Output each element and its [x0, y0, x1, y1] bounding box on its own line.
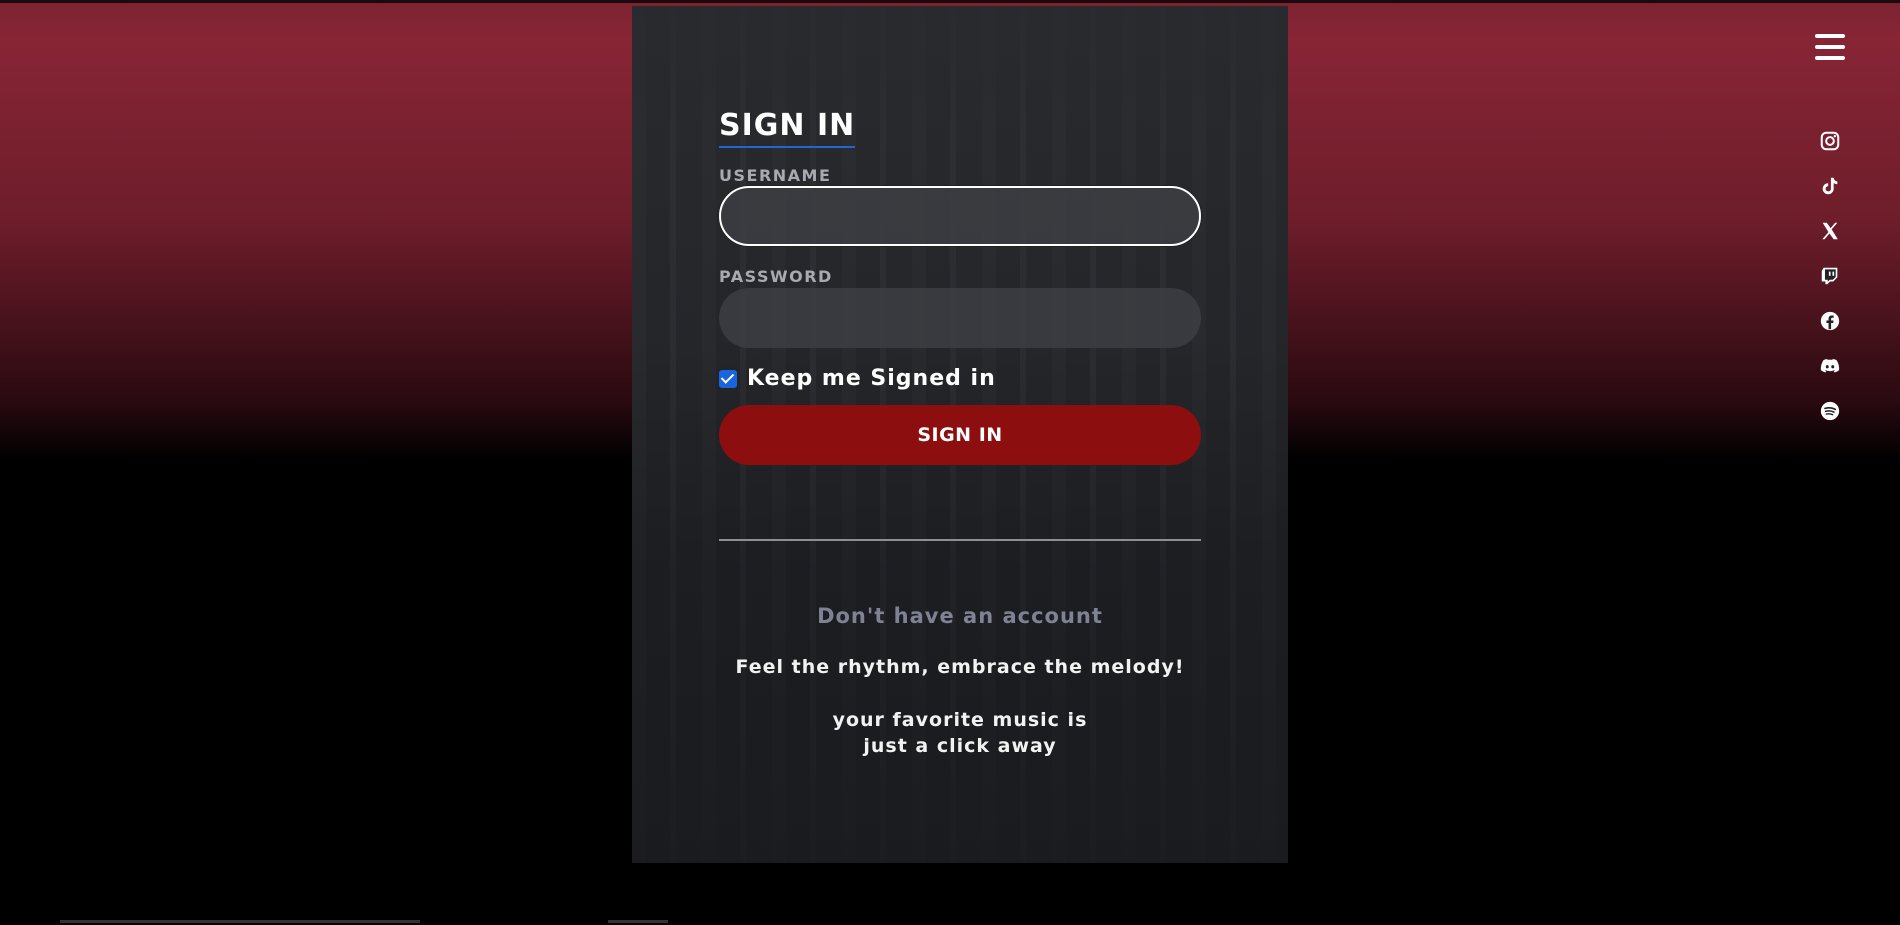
hamburger-menu-icon[interactable]	[1815, 34, 1845, 60]
divider	[719, 539, 1201, 541]
username-label: USERNAME	[719, 166, 832, 185]
discord-icon[interactable]	[1818, 354, 1842, 378]
password-label: PASSWORD	[719, 267, 833, 286]
remember-checkbox[interactable]	[719, 369, 737, 388]
twitch-icon[interactable]	[1818, 264, 1842, 288]
tiktok-icon[interactable]	[1818, 174, 1842, 198]
login-panel: SIGN IN USERNAME PASSWORD Keep me Signed…	[632, 6, 1288, 863]
sign-in-button[interactable]: SIGN IN	[719, 405, 1201, 465]
instagram-icon[interactable]	[1818, 129, 1842, 153]
facebook-icon[interactable]	[1818, 309, 1842, 333]
top-edge	[0, 0, 1900, 3]
scrollbar[interactable]	[60, 920, 420, 923]
sign-up-link[interactable]: Don't have an account	[632, 604, 1288, 628]
tagline-line3: just a click away	[863, 735, 1057, 757]
x-icon[interactable]	[1818, 219, 1842, 243]
spotify-icon[interactable]	[1818, 399, 1842, 423]
username-input[interactable]	[719, 186, 1201, 246]
remember-label: Keep me Signed in	[747, 366, 996, 391]
page-title: SIGN IN	[719, 108, 856, 148]
password-input[interactable]	[719, 288, 1201, 348]
remember-me[interactable]: Keep me Signed in	[719, 366, 996, 391]
tagline-line2: your favorite music is	[832, 709, 1088, 731]
scrollbar-thumb[interactable]	[608, 920, 668, 923]
tagline-line1: Feel the rhythm, embrace the melody!	[735, 656, 1185, 678]
